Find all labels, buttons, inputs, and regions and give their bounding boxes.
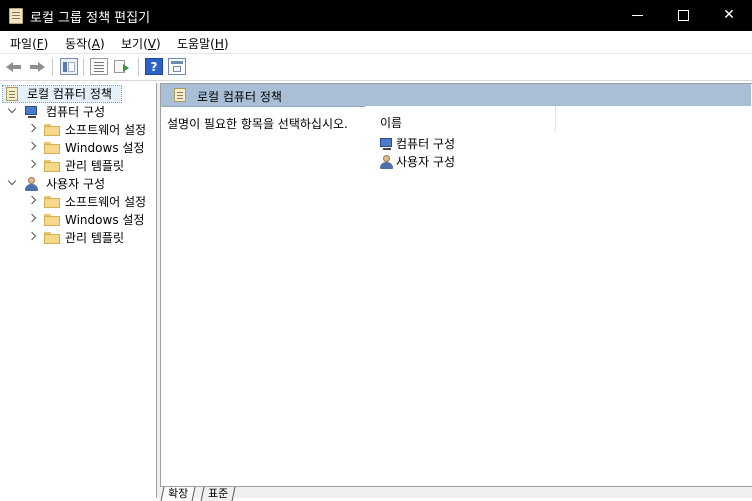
content-header: 로컬 컴퓨터 정책 bbox=[161, 84, 751, 107]
tree-item-root[interactable]: 로컬 컴퓨터 정책 bbox=[5, 85, 145, 103]
chevron-down-icon[interactable] bbox=[7, 176, 17, 186]
tree-item-computer-windows[interactable]: Windows 설정 bbox=[5, 139, 155, 157]
menu-file[interactable]: 파일(F) bbox=[10, 35, 48, 52]
title-bar: 로컬 그룹 정책 편집기 ✕ bbox=[0, 0, 752, 31]
properties-button[interactable] bbox=[90, 58, 108, 75]
user-icon bbox=[379, 154, 395, 170]
tree-item-user-software[interactable]: 소프트웨어 설정 bbox=[5, 193, 155, 211]
folder-icon bbox=[44, 142, 60, 154]
tree-item-user-admin[interactable]: 관리 템플릿 bbox=[5, 229, 155, 247]
item-list[interactable]: 이름 컴퓨터 구성 사용자 구성 bbox=[365, 106, 751, 486]
filter-button[interactable] bbox=[168, 58, 186, 75]
column-header-name[interactable]: 이름 bbox=[365, 106, 556, 132]
window-title: 로컬 그룹 정책 편집기 bbox=[30, 11, 151, 26]
tree-item-computer-software[interactable]: 소프트웨어 설정 bbox=[5, 121, 155, 139]
show-hide-tree-button[interactable] bbox=[60, 58, 78, 75]
chevron-right-icon[interactable] bbox=[27, 123, 37, 133]
chevron-right-icon[interactable] bbox=[27, 141, 37, 151]
toolbar-separator bbox=[138, 58, 139, 76]
tree-item-user-config[interactable]: 사용자 구성 bbox=[5, 175, 155, 193]
chevron-down-icon[interactable] bbox=[7, 104, 17, 114]
toolbar: ? bbox=[0, 54, 752, 81]
toolbar-separator bbox=[83, 58, 84, 76]
menu-help[interactable]: 도움말(H) bbox=[177, 35, 229, 52]
back-button[interactable] bbox=[6, 58, 24, 75]
chevron-right-icon[interactable] bbox=[27, 231, 37, 241]
maximize-icon bbox=[678, 10, 689, 21]
content-header-title: 로컬 컴퓨터 정책 bbox=[197, 90, 282, 104]
policy-icon bbox=[174, 88, 186, 102]
policy-icon bbox=[6, 87, 18, 101]
close-icon: ✕ bbox=[723, 7, 735, 23]
chevron-right-icon[interactable] bbox=[27, 195, 37, 205]
minimize-icon bbox=[632, 15, 643, 16]
toolbar-separator bbox=[52, 58, 53, 76]
computer-icon bbox=[379, 137, 395, 151]
tree-pane: 로컬 컴퓨터 정책 컴퓨터 구성 소프트웨어 설정 Windows 설정 관리 … bbox=[0, 83, 157, 498]
folder-icon bbox=[44, 124, 60, 136]
user-icon bbox=[24, 176, 40, 192]
menu-action[interactable]: 동작(A) bbox=[65, 35, 105, 52]
folder-icon bbox=[44, 214, 60, 226]
folder-icon bbox=[44, 160, 60, 172]
tree-item-computer-admin[interactable]: 관리 템플릿 bbox=[5, 157, 155, 175]
tree-item-computer-config[interactable]: 컴퓨터 구성 bbox=[5, 103, 155, 121]
close-button[interactable]: ✕ bbox=[706, 0, 752, 31]
folder-icon bbox=[44, 232, 60, 244]
computer-icon bbox=[24, 105, 40, 119]
app-icon bbox=[9, 8, 23, 24]
maximize-button[interactable] bbox=[660, 0, 706, 31]
tab-extended[interactable]: 확장 bbox=[160, 487, 196, 501]
export-list-button[interactable] bbox=[113, 58, 131, 75]
description-text: 설명이 필요한 항목을 선택하십시오. bbox=[167, 117, 348, 131]
view-tabs: 확장 표준 bbox=[160, 487, 752, 501]
tab-standard[interactable]: 표준 bbox=[200, 487, 236, 501]
menu-view[interactable]: 보기(V) bbox=[121, 35, 161, 52]
menu-bar: 파일(F) 동작(A) 보기(V) 도움말(H) bbox=[0, 31, 752, 54]
help-icon: ? bbox=[150, 60, 158, 74]
minimize-button[interactable] bbox=[614, 0, 660, 31]
help-button[interactable]: ? bbox=[145, 58, 163, 75]
folder-icon bbox=[44, 196, 60, 208]
chevron-right-icon[interactable] bbox=[27, 159, 37, 169]
content-pane: 로컬 컴퓨터 정책 설명이 필요한 항목을 선택하십시오. 이름 컴퓨터 구성 … bbox=[160, 83, 752, 487]
tree-item-user-windows[interactable]: Windows 설정 bbox=[5, 211, 155, 229]
forward-button[interactable] bbox=[27, 58, 45, 75]
chevron-right-icon[interactable] bbox=[27, 213, 37, 223]
